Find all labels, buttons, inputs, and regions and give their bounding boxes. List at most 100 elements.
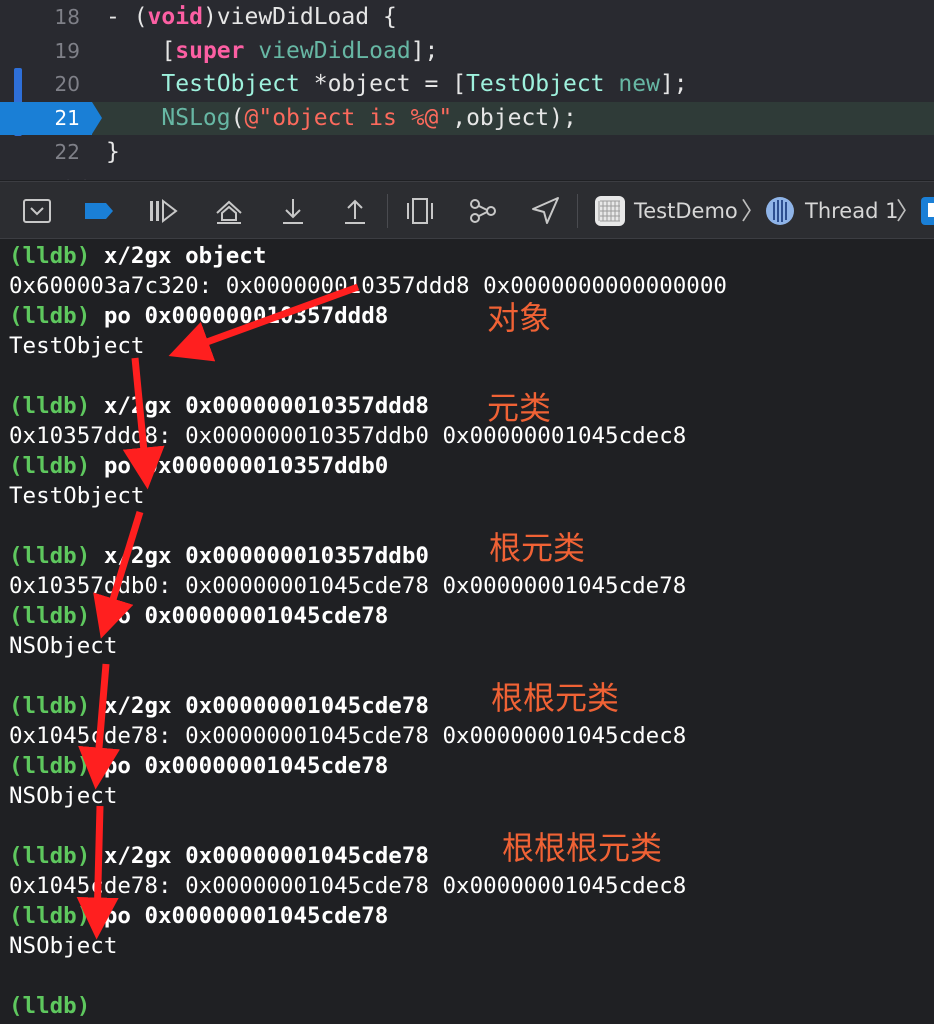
console-command: (lldb) po 0x00000001045cde78 bbox=[9, 601, 388, 631]
code-line-current[interactable]: 21 NSLog(@"object is %@",object); bbox=[0, 102, 934, 135]
console-text: 0x1045cde78: 0x00000001045cde78 0x000000… bbox=[9, 723, 687, 749]
breadcrumb-chevron: 〉 bbox=[741, 197, 765, 225]
console-command: (lldb) po 0x00000001045cde78 bbox=[9, 901, 388, 931]
console-text: NSObject bbox=[9, 783, 118, 809]
code-line[interactable]: 18 - (void)viewDidLoad { bbox=[0, 1, 934, 34]
continue-icon[interactable] bbox=[148, 196, 178, 226]
line-number[interactable]: 22 bbox=[0, 136, 92, 169]
lldb-prompt: (lldb) bbox=[9, 693, 91, 719]
annotation-metaclass: 元类 bbox=[487, 389, 552, 427]
breadcrumb-chevron: 〉 bbox=[896, 197, 920, 225]
code-text: [super viewDidLoad]; bbox=[106, 35, 438, 68]
console-text: po 0x00000001045cde78 bbox=[90, 603, 389, 629]
breadcrumb-target[interactable]: TestDemo bbox=[634, 196, 738, 226]
step-into-icon[interactable] bbox=[278, 196, 308, 226]
console-text: po 0x00000001045cde78 bbox=[90, 903, 389, 929]
console-text: TestObject bbox=[9, 333, 145, 359]
lldb-prompt: (lldb) bbox=[9, 243, 91, 269]
line-number[interactable]: 19 bbox=[0, 35, 92, 68]
code-token: *object = [ bbox=[299, 71, 467, 97]
console-output: NSObject bbox=[9, 781, 117, 811]
breakpoints-toggle-icon[interactable] bbox=[84, 196, 114, 226]
console-output: 0x10357ddd8: 0x000000010357ddb0 0x000000… bbox=[9, 421, 686, 451]
code-line[interactable]: 19 [super viewDidLoad]; bbox=[0, 35, 934, 68]
console-command: (lldb) bbox=[9, 991, 90, 1021]
console-text: x/2gx 0x000000010357ddd8 bbox=[90, 393, 429, 419]
line-number[interactable]: 20 bbox=[0, 68, 92, 101]
lldb-console[interactable]: (lldb) x/2gx object 0x600003a7c320: 0x000… bbox=[0, 239, 934, 1024]
lldb-prompt: (lldb) bbox=[9, 753, 91, 779]
line-number[interactable]: 18 bbox=[0, 1, 92, 34]
lldb-prompt: (lldb) bbox=[9, 303, 91, 329]
toolbar-separator bbox=[577, 194, 578, 228]
line-number-breakpoint[interactable]: 21 bbox=[0, 102, 92, 135]
code-line[interactable]: 22} bbox=[0, 136, 934, 169]
breadcrumb-thread[interactable]: Thread 1 bbox=[805, 196, 898, 226]
code-token: TestObject bbox=[466, 71, 605, 97]
console-command: (lldb) x/2gx object bbox=[9, 241, 266, 271]
hide-debug-area-icon[interactable] bbox=[22, 196, 52, 226]
code-token: TestObject bbox=[161, 71, 300, 97]
lldb-prompt: (lldb) bbox=[9, 993, 91, 1019]
lldb-prompt: (lldb) bbox=[9, 453, 91, 479]
console-output: NSObject bbox=[9, 931, 117, 961]
code-token: - ( bbox=[106, 4, 148, 30]
code-token: ( bbox=[230, 105, 245, 131]
annotation-root-root-root-metaclass: 根根根元类 bbox=[502, 829, 663, 867]
app-icon[interactable] bbox=[594, 195, 626, 227]
memory-graph-icon[interactable] bbox=[468, 196, 498, 226]
console-text: TestObject bbox=[9, 483, 145, 509]
console-text: po 0x000000010357ddb0 bbox=[90, 453, 389, 479]
console-command: (lldb) x/2gx 0x000000010357ddd8 bbox=[9, 391, 429, 421]
console-text: x/2gx 0x000000010357ddb0 bbox=[90, 543, 429, 569]
console-text: 0x10357ddb0: 0x00000001045cde78 0x000000… bbox=[9, 573, 687, 599]
annotation-root-root-metaclass: 根根元类 bbox=[491, 679, 620, 717]
code-line[interactable]: 20 TestObject *object = [TestObject new]… bbox=[0, 68, 934, 101]
step-out-icon[interactable] bbox=[340, 196, 370, 226]
code-text: NSLog(@"object is %@",object); bbox=[106, 102, 576, 135]
frame-icon[interactable] bbox=[920, 195, 934, 227]
console-command: (lldb) x/2gx 0x00000001045cde78 bbox=[9, 691, 429, 721]
breakpoint-arrow-icon[interactable] bbox=[92, 102, 102, 134]
code-token: )viewDidLoad { bbox=[202, 4, 397, 30]
lldb-prompt: (lldb) bbox=[9, 843, 91, 869]
console-output: 0x600003a7c320: 0x000000010357ddd8 0x000… bbox=[9, 271, 727, 301]
console-output: 0x1045cde78: 0x00000001045cde78 0x000000… bbox=[9, 871, 686, 901]
console-text: po 0x00000001045cde78 bbox=[90, 753, 389, 779]
lldb-prompt: (lldb) bbox=[9, 603, 91, 629]
console-command: (lldb) x/2gx 0x00000001045cde78 bbox=[9, 841, 429, 871]
console-command: (lldb) po 0x000000010357ddd8 bbox=[9, 301, 388, 331]
code-token: viewDidLoad bbox=[258, 38, 411, 64]
code-token: void bbox=[147, 4, 203, 30]
lldb-prompt: (lldb) bbox=[9, 393, 91, 419]
code-token: ]; bbox=[659, 71, 688, 97]
step-over-icon[interactable] bbox=[214, 196, 244, 226]
view-hierarchy-icon[interactable] bbox=[405, 196, 435, 226]
console-text: NSObject bbox=[9, 933, 118, 959]
console-output: 0x1045cde78: 0x00000001045cde78 0x000000… bbox=[9, 721, 686, 751]
code-text: } bbox=[106, 136, 120, 169]
console-output: TestObject bbox=[9, 331, 144, 361]
lldb-prompt: (lldb) bbox=[9, 543, 91, 569]
code-text: - (void)viewDidLoad { bbox=[106, 1, 397, 34]
console-text: 0x10357ddd8: 0x000000010357ddb0 0x000000… bbox=[9, 423, 687, 449]
thread-icon[interactable] bbox=[764, 195, 796, 227]
console-text: x/2gx 0x00000001045cde78 bbox=[90, 693, 429, 719]
console-output: TestObject bbox=[9, 481, 144, 511]
simulate-location-icon[interactable] bbox=[530, 196, 560, 226]
console-text: po 0x000000010357ddd8 bbox=[90, 303, 389, 329]
code-editor[interactable]: 18- (void)viewDidLoad {19 [super viewDid… bbox=[0, 0, 934, 180]
console-command: (lldb) x/2gx 0x000000010357ddb0 bbox=[9, 541, 429, 571]
console-text: NSObject bbox=[9, 633, 118, 659]
console-command: (lldb) po 0x00000001045cde78 bbox=[9, 751, 388, 781]
code-token: super bbox=[175, 38, 245, 64]
console-text: x/2gx 0x00000001045cde78 bbox=[90, 843, 429, 869]
code-token: NSLog bbox=[161, 105, 231, 131]
code-token: [ bbox=[106, 38, 176, 64]
code-token: new bbox=[618, 71, 660, 97]
code-text: TestObject *object = [TestObject new]; bbox=[106, 68, 688, 101]
debug-toolbar: TestDemo 〉 Thread 1 〉 bbox=[0, 181, 934, 239]
